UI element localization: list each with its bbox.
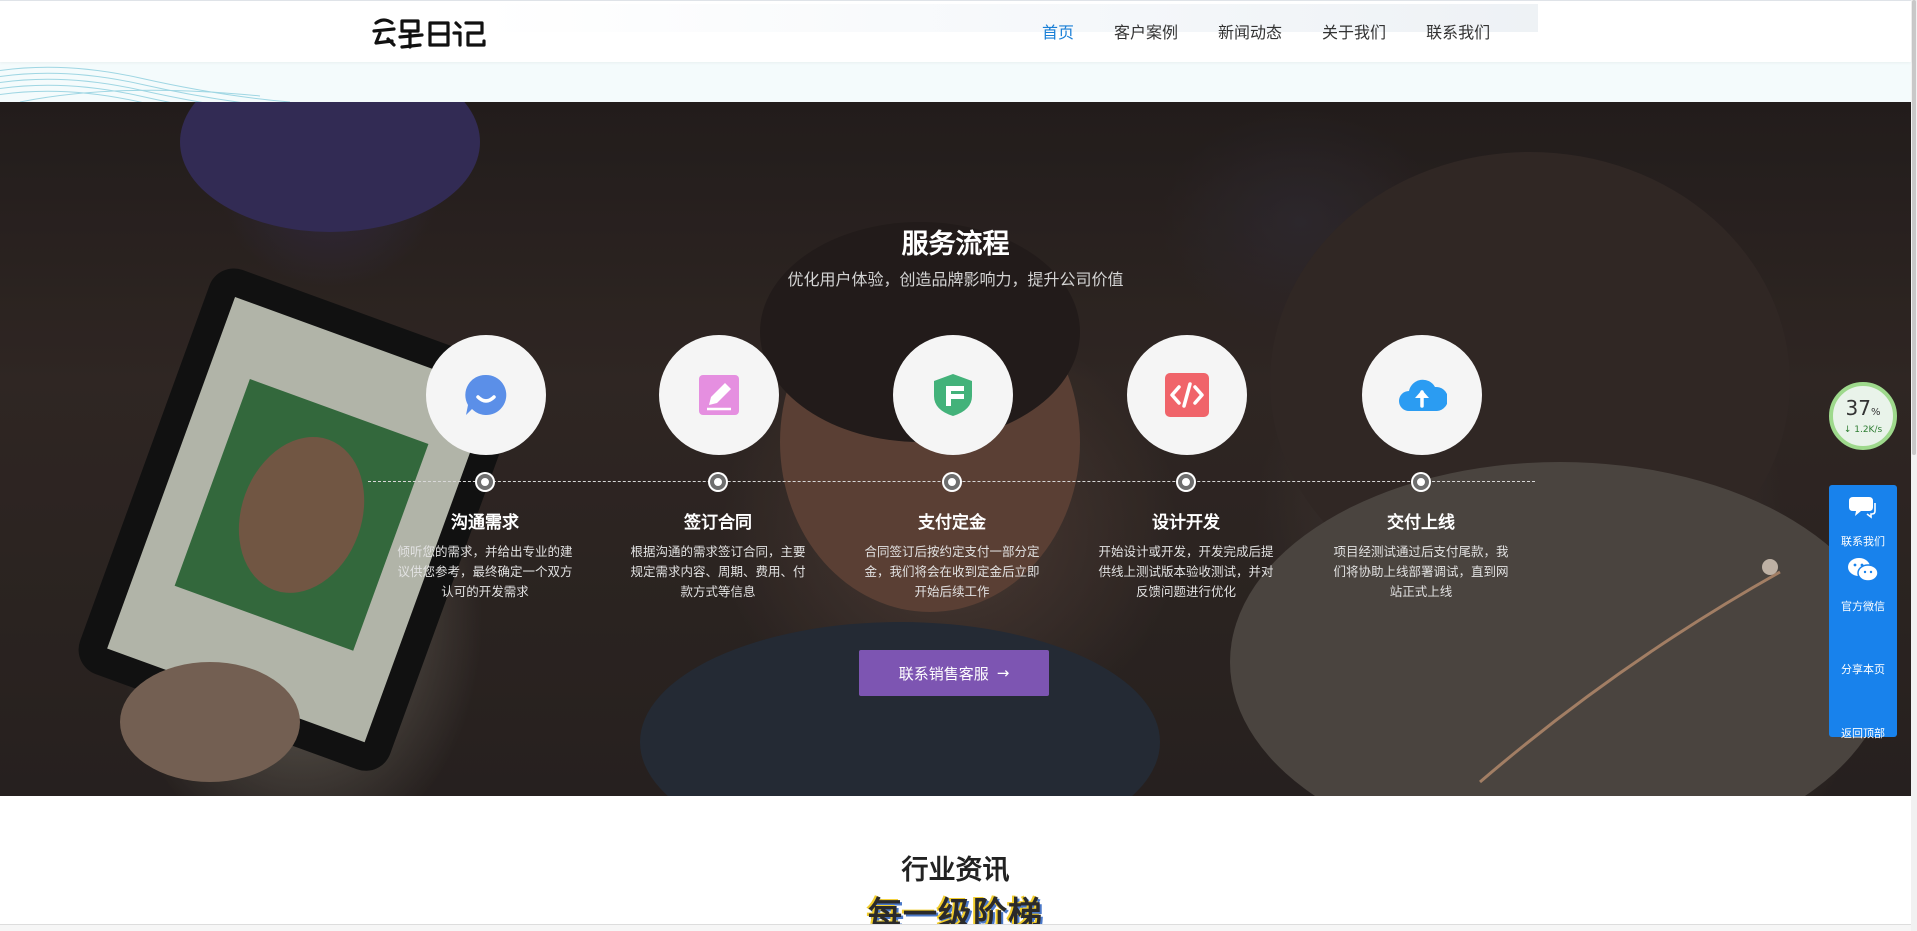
network-speed-widget[interactable]: 37% ↓ 1.2K/s — [1829, 382, 1897, 450]
step-icon-circle[interactable] — [426, 335, 546, 455]
shield-payment-icon — [934, 374, 972, 416]
float-contact-us[interactable]: 联系我们 — [1829, 493, 1897, 553]
step-title: 沟通需求 — [451, 513, 519, 533]
speed-rate: ↓ 1.2K/s — [1843, 424, 1883, 435]
news-section-title: 行业资讯 — [901, 855, 1010, 886]
step-icon-circle[interactable] — [893, 335, 1013, 455]
step-icon-circle[interactable] — [1362, 335, 1482, 455]
main-nav: 首页 客户案例 新闻动态 关于我们 联系我们 — [1022, 1, 1510, 63]
step-description: 倾听您的需求，并给出专业的建议供您参考，最终确定一个双方认可的开发需求 — [397, 544, 573, 599]
service-process-section: 服务流程 优化用户体验，创造品牌影响力，提升公司价值 沟通需求 倾听您的需求，并… — [0, 102, 1911, 796]
step-description: 项目经测试通过后支付尾款，我们将协助上线部署调试，直到网站正式上线 — [1333, 544, 1509, 599]
arrow-right-icon: → — [996, 664, 1010, 682]
cloud-upload-icon — [1399, 379, 1447, 411]
timeline-dot — [1413, 474, 1429, 490]
contact-sales-button[interactable]: 联系销售客服 → — [859, 650, 1049, 696]
step-description: 开始设计或开发，开发完成后提供线上测试版本验收测试，并对反馈问题进行优化 — [1098, 544, 1274, 599]
chat-icon — [1849, 497, 1876, 519]
float-share[interactable]: 分享本页 — [1829, 619, 1897, 679]
browser-status-bar — [0, 924, 1911, 931]
nav-item-about[interactable]: 关于我们 — [1322, 1, 1386, 63]
float-item-label: 联系我们 — [1841, 535, 1885, 548]
section-subtitle: 优化用户体验，创造品牌影响力，提升公司价值 — [787, 270, 1124, 289]
chat-bubble-icon — [465, 374, 507, 415]
step-icon-circle[interactable] — [1127, 335, 1247, 455]
nav-item-cases[interactable]: 客户案例 — [1114, 1, 1178, 63]
float-item-label: 分享本页 — [1841, 663, 1885, 676]
wave-decoration-band — [0, 62, 1911, 102]
section-title: 服务流程 — [901, 229, 1010, 260]
step-description: 根据沟通的需求签订合同，主要规定需求内容、周期、费用、付款方式等信息 — [630, 544, 806, 599]
code-icon — [1165, 373, 1209, 417]
float-item-label: 官方微信 — [1841, 600, 1885, 613]
nav-item-contact[interactable]: 联系我们 — [1426, 1, 1490, 63]
wave-lines-decoration — [0, 66, 291, 102]
edit-icon — [699, 375, 739, 415]
float-back-to-top[interactable]: 返回顶部 — [1829, 683, 1897, 743]
step-title: 支付定金 — [918, 513, 986, 533]
timeline-dot — [477, 474, 493, 490]
page: 首页 客户案例 新闻动态 关于我们 联系我们 服务流程 优化用户体验，创造品牌影… — [0, 0, 1917, 931]
site-logo[interactable] — [370, 13, 490, 51]
timeline-dot — [710, 474, 726, 490]
timeline-dot — [944, 474, 960, 490]
step-description: 合同签订后按约定支付一部分定金，我们将会在收到定金后立即开始后续工作 — [864, 544, 1040, 599]
page-scrollbar[interactable] — [1911, 0, 1917, 931]
floating-service-bar: 联系我们 官方微信 分享本页 返回顶部 — [1829, 485, 1897, 740]
float-wechat[interactable]: 官方微信 — [1829, 556, 1897, 616]
step-icon-circle[interactable] — [659, 335, 779, 455]
speed-percent: 37% — [1845, 395, 1881, 420]
site-header: 首页 客户案例 新闻动态 关于我们 联系我们 — [0, 0, 1911, 62]
step-title: 设计开发 — [1152, 513, 1220, 533]
scrollbar-thumb[interactable] — [1912, 0, 1916, 455]
float-item-label: 返回顶部 — [1841, 727, 1885, 740]
step-title: 签订合同 — [684, 513, 752, 533]
nav-item-news[interactable]: 新闻动态 — [1218, 1, 1282, 63]
wechat-icon — [1848, 558, 1879, 582]
timeline-dot — [1178, 474, 1194, 490]
step-title: 交付上线 — [1387, 513, 1455, 533]
nav-item-home[interactable]: 首页 — [1042, 1, 1074, 63]
contact-sales-label: 联系销售客服 — [898, 664, 989, 683]
